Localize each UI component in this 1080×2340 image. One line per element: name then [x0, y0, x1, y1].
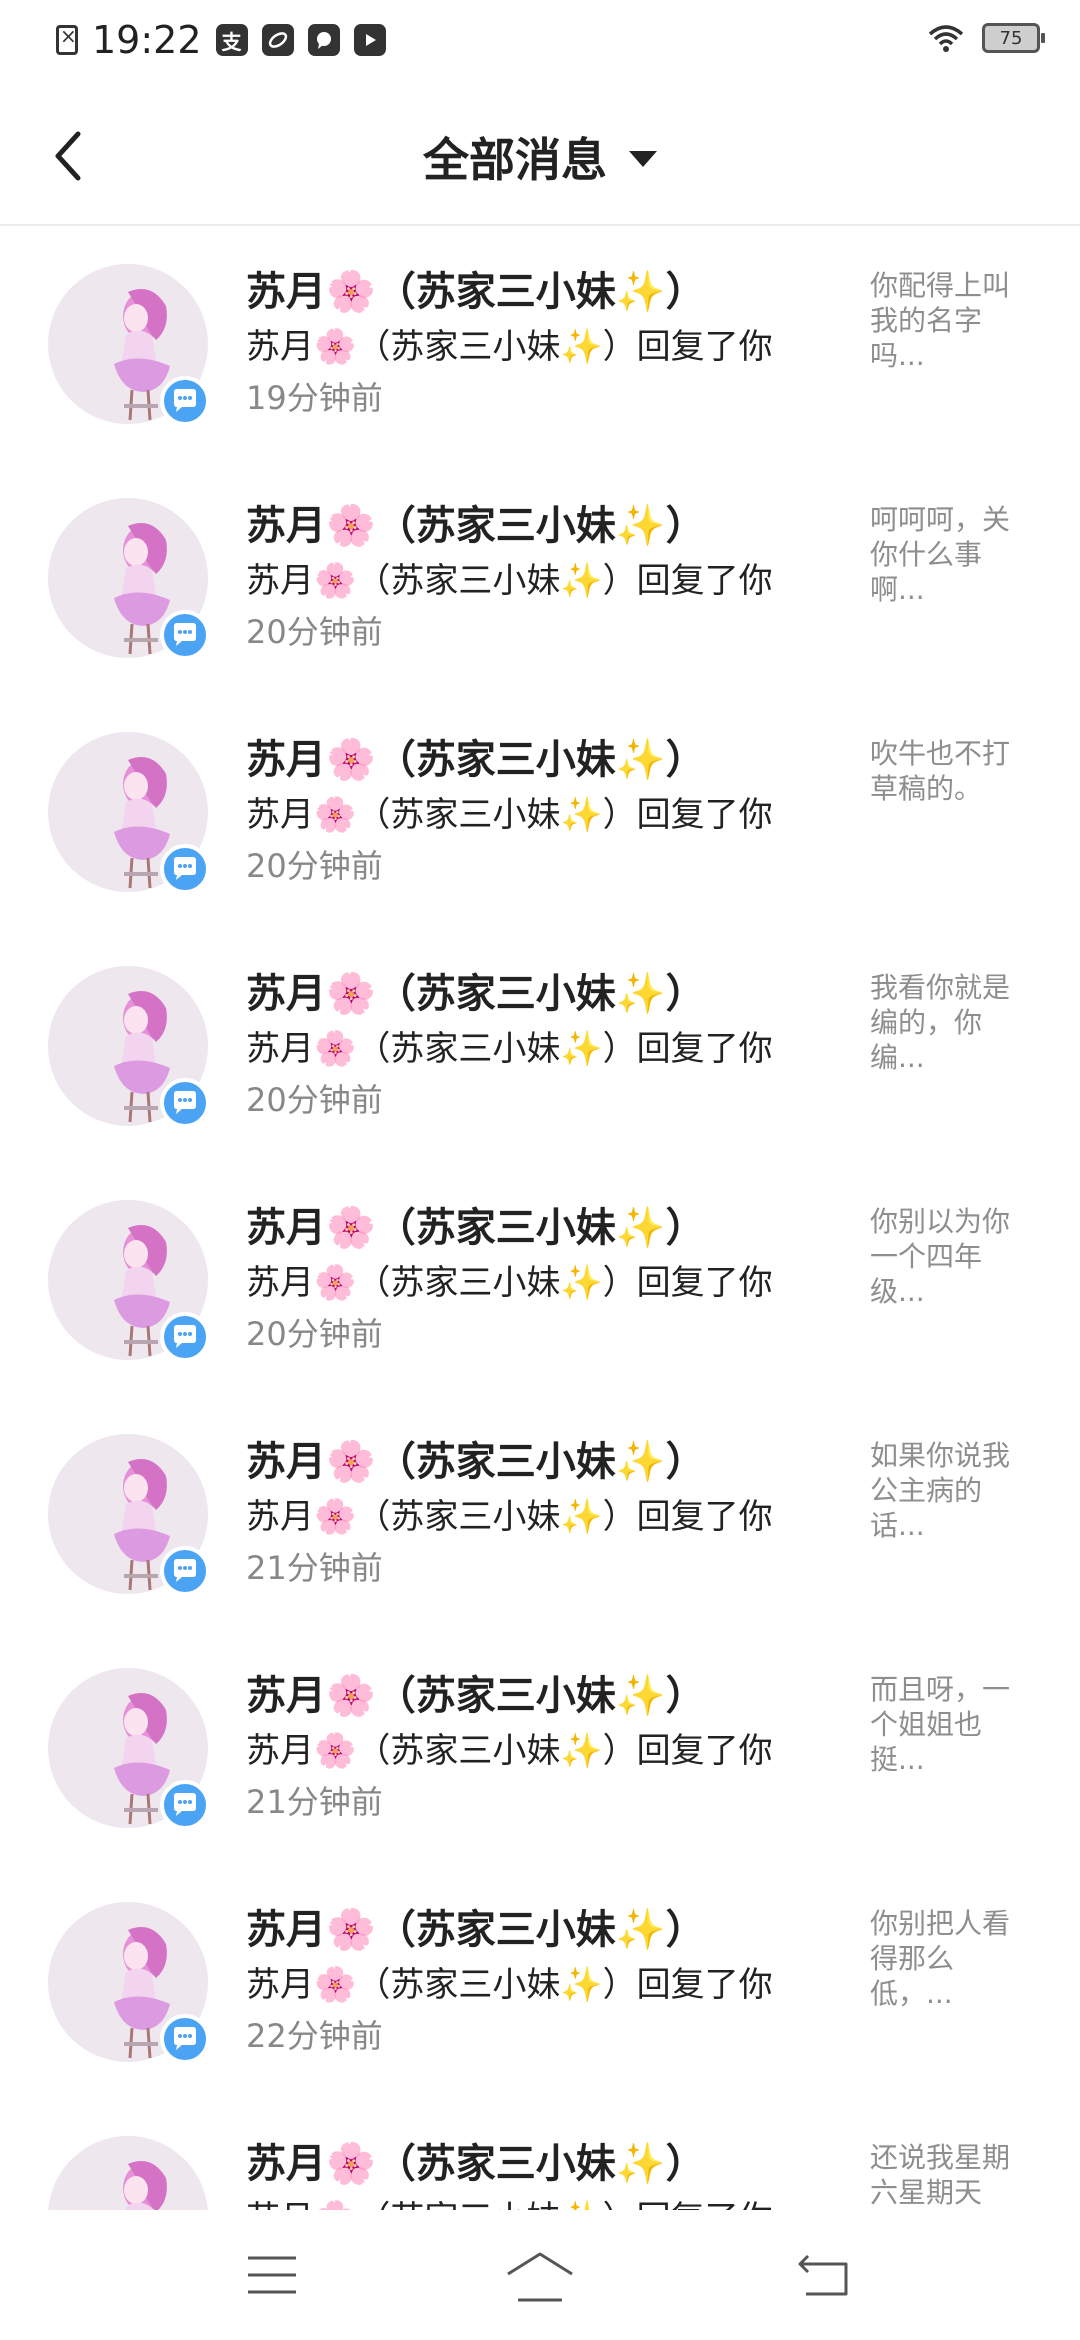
- message-text: 苏月🌸（苏家三小妹✨） 苏月🌸（苏家三小妹✨）回复了你 19分钟前: [246, 266, 826, 422]
- sender-name: 苏月🌸（苏家三小妹✨）: [246, 503, 706, 549]
- message-list-item[interactable]: 苏月🌸（苏家三小妹✨） 苏月🌸（苏家三小妹✨）回复了你 20分钟前 呵呵呵，关你…: [0, 460, 1080, 694]
- message-list-item[interactable]: 苏月🌸（苏家三小妹✨） 苏月🌸（苏家三小妹✨）回复了你 19分钟前 你配得上叫我…: [0, 226, 1080, 460]
- wifi-icon: [926, 22, 966, 54]
- avatar-wrap: [48, 966, 212, 1130]
- message-time: 19分钟前: [246, 379, 383, 417]
- home-button[interactable]: [504, 2250, 576, 2302]
- caret-down-icon: [629, 151, 657, 167]
- reply-notice: 苏月🌸（苏家三小妹✨）回复了你: [246, 795, 773, 835]
- avatar-wrap: [48, 732, 212, 896]
- sender-name: 苏月🌸（苏家三小妹✨）: [246, 1205, 706, 1251]
- message-text: 苏月🌸（苏家三小妹✨） 苏月🌸（苏家三小妹✨）回复了你: [246, 2138, 826, 2210]
- reply-notice: 苏月🌸（苏家三小妹✨）回复了你: [246, 2194, 826, 2210]
- reply-notice: 苏月🌸（苏家三小妹✨）回复了你: [246, 1731, 773, 1771]
- message-time: 20分钟前: [246, 1081, 383, 1119]
- sender-name: 苏月🌸（苏家三小妹✨）: [246, 2141, 706, 2187]
- message-text: 苏月🌸（苏家三小妹✨） 苏月🌸（苏家三小妹✨）回复了你 21分钟前: [246, 1436, 826, 1592]
- battery-level: 75: [999, 27, 1023, 49]
- comment-preview: 如果你说我公主病的话...: [870, 1439, 1011, 1542]
- avatar-wrap: [48, 498, 212, 662]
- message-time: 21分钟前: [246, 1783, 383, 1821]
- status-left: 19:22 支: [56, 18, 386, 62]
- sender-name: 苏月🌸（苏家三小妹✨）: [246, 1673, 706, 1719]
- avatar-wrap: [48, 1200, 212, 1364]
- sender-name: 苏月🌸（苏家三小妹✨）: [246, 269, 706, 315]
- message-time: 20分钟前: [246, 847, 383, 885]
- chat-badge-icon: [160, 1312, 210, 1362]
- no-sim-icon: [56, 24, 78, 55]
- alipay-icon: 支: [215, 24, 248, 56]
- chat-badge-icon: [160, 376, 210, 426]
- home-icon: [507, 2252, 573, 2302]
- play-icon: [353, 24, 386, 56]
- comment-preview: 你别以为你一个四年级...: [870, 1205, 1011, 1308]
- sender-name: 苏月🌸（苏家三小妹✨）: [246, 737, 706, 783]
- header: 全部消息: [0, 84, 1080, 226]
- reply-notice: 苏月🌸（苏家三小妹✨）回复了你: [246, 1497, 773, 1537]
- message-list-item[interactable]: 苏月🌸（苏家三小妹✨） 苏月🌸（苏家三小妹✨）回复了你 21分钟前 如果你说我公…: [0, 1396, 1080, 1630]
- message-text: 苏月🌸（苏家三小妹✨） 苏月🌸（苏家三小妹✨）回复了你 22分钟前: [246, 1904, 826, 2060]
- avatar-wrap: [48, 264, 212, 428]
- chat-badge-icon: [160, 1546, 210, 1596]
- avatar-wrap: [48, 2136, 212, 2210]
- message-list-item[interactable]: 苏月🌸（苏家三小妹✨） 苏月🌸（苏家三小妹✨）回复了你 20分钟前 我看你就是编…: [0, 928, 1080, 1162]
- avatar[interactable]: [48, 2136, 208, 2210]
- message-time: 20分钟前: [246, 1315, 383, 1353]
- message-text: 苏月🌸（苏家三小妹✨） 苏月🌸（苏家三小妹✨）回复了你 20分钟前: [246, 734, 826, 890]
- message-text: 苏月🌸（苏家三小妹✨） 苏月🌸（苏家三小妹✨）回复了你 20分钟前: [246, 500, 826, 656]
- reply-notice: 苏月🌸（苏家三小妹✨）回复了你: [246, 1965, 773, 2005]
- avatar-wrap: [48, 1434, 212, 1598]
- message-list-item[interactable]: 苏月🌸（苏家三小妹✨） 苏月🌸（苏家三小妹✨）回复了你 22分钟前 你别把人看得…: [0, 1864, 1080, 2098]
- sender-name: 苏月🌸（苏家三小妹✨）: [246, 971, 706, 1017]
- screen: 19:22 支 75: [0, 0, 1080, 2340]
- chat-badge-icon: [160, 1078, 210, 1128]
- comment-preview: 吹牛也不打草稿的。: [870, 737, 1011, 805]
- battery-icon: 75: [982, 23, 1045, 53]
- reply-notice: 苏月🌸（苏家三小妹✨）回复了你: [246, 1029, 773, 1069]
- chat-badge-icon: [160, 844, 210, 894]
- system-nav-bar: [0, 2210, 1080, 2340]
- menu-icon: [248, 2256, 296, 2294]
- message-time: 22分钟前: [246, 2017, 383, 2055]
- sender-name: 苏月🌸（苏家三小妹✨）: [246, 1439, 706, 1485]
- chat-badge-icon: [160, 2014, 210, 2064]
- comment-preview: 而且呀，一个姐姐也挺...: [870, 1673, 1011, 1776]
- message-list-item[interactable]: 苏月🌸（苏家三小妹✨） 苏月🌸（苏家三小妹✨）回复了你 20分钟前 你别以为你一…: [0, 1162, 1080, 1396]
- chat-badge-icon: [160, 610, 210, 660]
- page-title: 全部消息: [423, 133, 607, 187]
- avatar-wrap: [48, 1668, 212, 1832]
- message-text: 苏月🌸（苏家三小妹✨） 苏月🌸（苏家三小妹✨）回复了你 20分钟前: [246, 1202, 826, 1358]
- message-list-item[interactable]: 苏月🌸（苏家三小妹✨） 苏月🌸（苏家三小妹✨）回复了你 还说我星期六星期天: [0, 2098, 1080, 2210]
- comment-preview: 你配得上叫我的名字吗...: [870, 269, 1011, 372]
- leaf-icon: [261, 24, 294, 56]
- chat-badge-icon: [160, 1780, 210, 1830]
- comment-preview: 呵呵呵，关你什么事啊...: [870, 503, 1011, 606]
- reply-notice: 苏月🌸（苏家三小妹✨）回复了你: [246, 327, 773, 367]
- comment-preview: 你别把人看得那么低，...: [870, 1907, 1011, 2010]
- menu-button[interactable]: [244, 2250, 308, 2300]
- message-filter-dropdown[interactable]: 全部消息: [423, 124, 657, 190]
- status-bar: 19:22 支 75: [0, 0, 1080, 84]
- message-time: 20分钟前: [246, 613, 383, 651]
- message-text: 苏月🌸（苏家三小妹✨） 苏月🌸（苏家三小妹✨）回复了你 20分钟前: [246, 968, 826, 1124]
- back-nav-button[interactable]: [794, 2250, 858, 2300]
- avatar-wrap: [48, 1902, 212, 2066]
- message-text: 苏月🌸（苏家三小妹✨） 苏月🌸（苏家三小妹✨）回复了你 21分钟前: [246, 1670, 826, 1826]
- message-list-item[interactable]: 苏月🌸（苏家三小妹✨） 苏月🌸（苏家三小妹✨）回复了你 20分钟前 吹牛也不打草…: [0, 694, 1080, 928]
- comment-preview: 还说我星期六星期天: [870, 2141, 1011, 2209]
- message-time: 21分钟前: [246, 1549, 383, 1587]
- back-nav-icon: [798, 2254, 848, 2296]
- message-list: 苏月🌸（苏家三小妹✨） 苏月🌸（苏家三小妹✨）回复了你 19分钟前 你配得上叫我…: [0, 226, 1080, 2210]
- status-right: 75: [926, 22, 1045, 54]
- sender-name: 苏月🌸（苏家三小妹✨）: [246, 1907, 706, 1953]
- message-list-item[interactable]: 苏月🌸（苏家三小妹✨） 苏月🌸（苏家三小妹✨）回复了你 21分钟前 而且呀，一个…: [0, 1630, 1080, 1864]
- reply-notice: 苏月🌸（苏家三小妹✨）回复了你: [246, 561, 773, 601]
- status-time: 19:22: [92, 18, 202, 62]
- chat-bubble-icon: [307, 24, 340, 56]
- comment-preview: 我看你就是编的，你编...: [870, 971, 1011, 1074]
- reply-notice: 苏月🌸（苏家三小妹✨）回复了你: [246, 1263, 773, 1303]
- header-title-wrap: 全部消息: [0, 124, 1080, 190]
